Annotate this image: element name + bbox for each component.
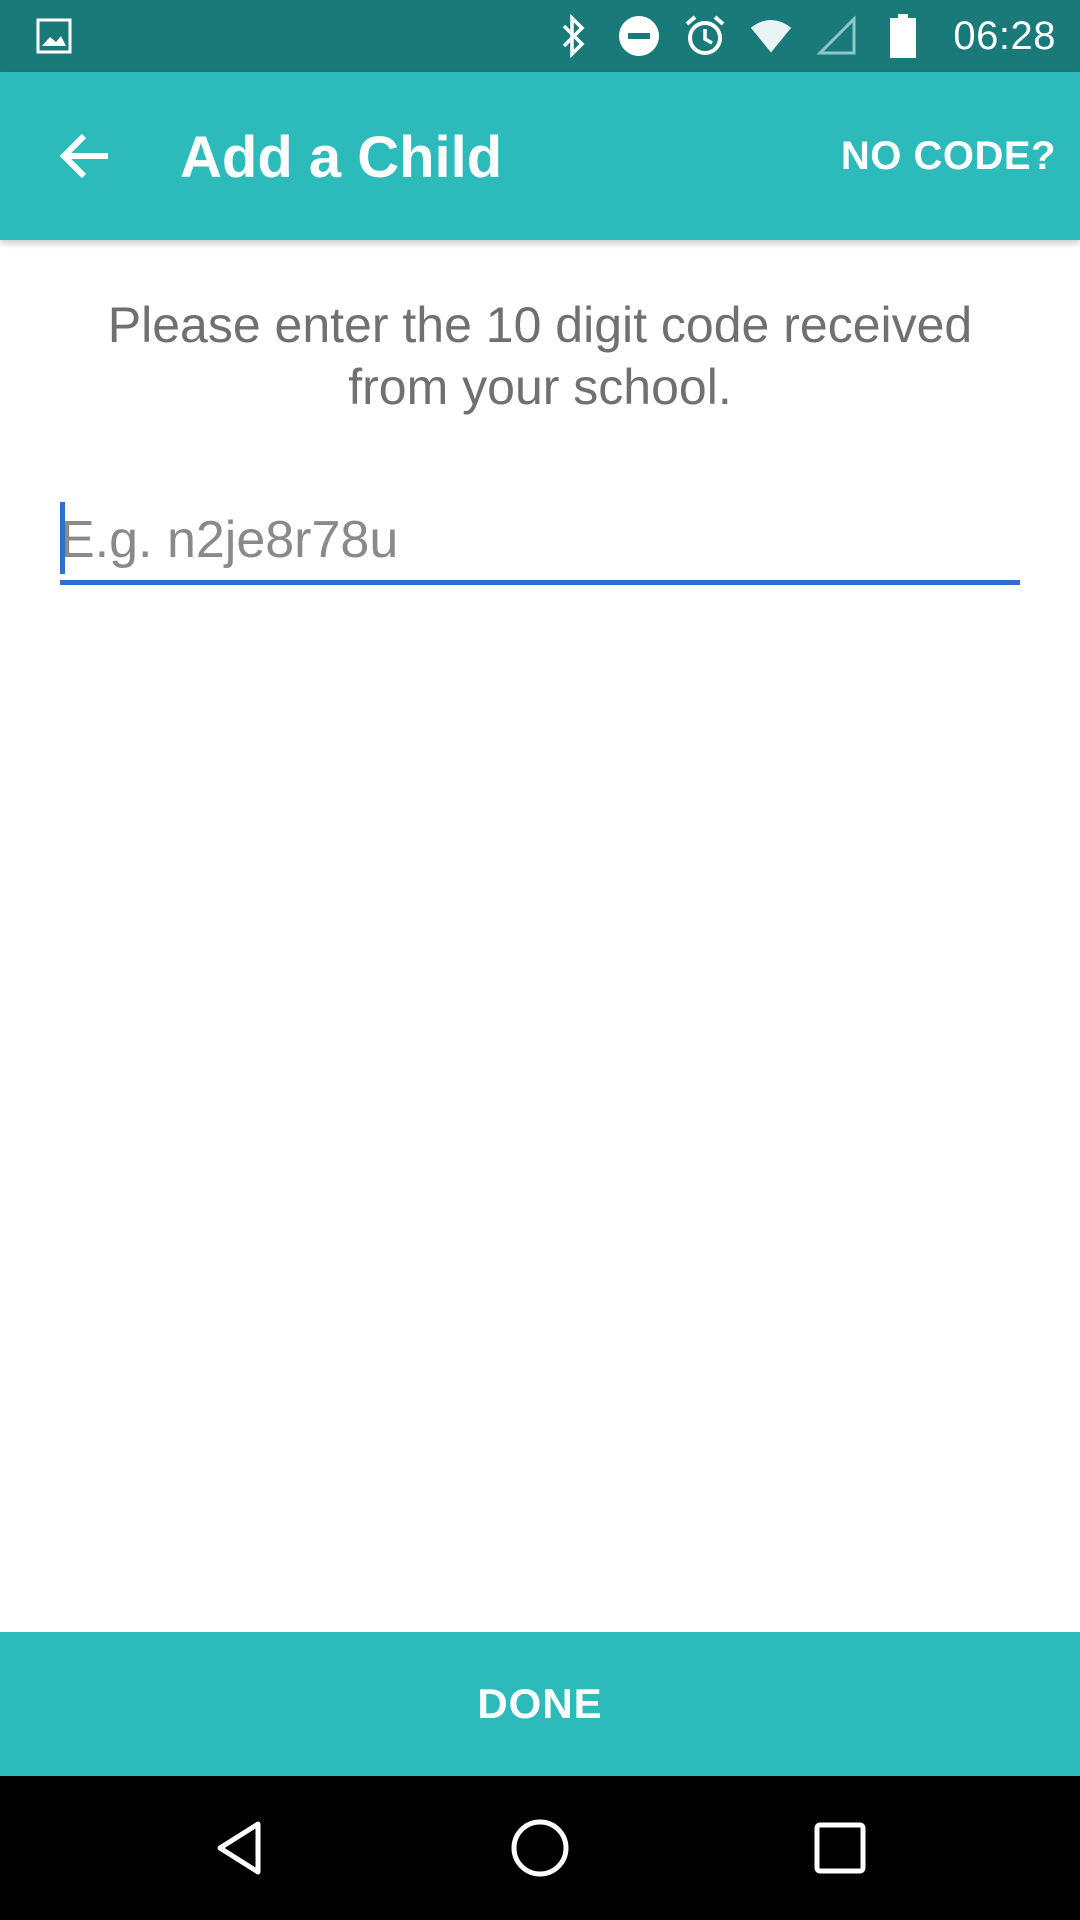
status-time: 06:28 [953,13,1056,58]
recents-square-icon [814,1822,866,1874]
battery-icon [881,14,925,58]
done-button[interactable]: DONE [0,1632,1080,1776]
input-underline [60,580,1020,585]
code-field [60,500,1020,586]
arrow-back-icon [59,133,108,179]
code-input[interactable] [60,500,1020,580]
alarm-icon [683,14,727,58]
done-label: DONE [477,1680,603,1727]
nav-home-button[interactable] [504,1812,576,1884]
gallery-icon [36,18,72,54]
text-cursor [60,502,65,574]
app-bar: Add a Child NO CODE? [0,72,1080,240]
back-triangle-icon [217,1821,261,1875]
back-button[interactable] [48,118,124,194]
status-bar: 06:28 [0,0,1080,72]
home-circle-icon [511,1819,569,1877]
add-child-screen: 06:28 Add a Child NO CODE? Please enter … [0,0,1080,1920]
wifi-icon [749,14,793,58]
system-nav-bar [0,1776,1080,1920]
do-not-disturb-icon [617,14,661,58]
nav-recents-button[interactable] [804,1812,876,1884]
nav-back-button[interactable] [204,1812,276,1884]
page-title: Add a Child [180,125,503,190]
cell-signal-icon [815,14,859,58]
no-code-button[interactable]: NO CODE? [841,134,1056,179]
status-icons: 06:28 [551,0,1080,72]
instructions-text: Please enter the 10 digit code received … [107,297,973,415]
bluetooth-icon [551,14,595,58]
